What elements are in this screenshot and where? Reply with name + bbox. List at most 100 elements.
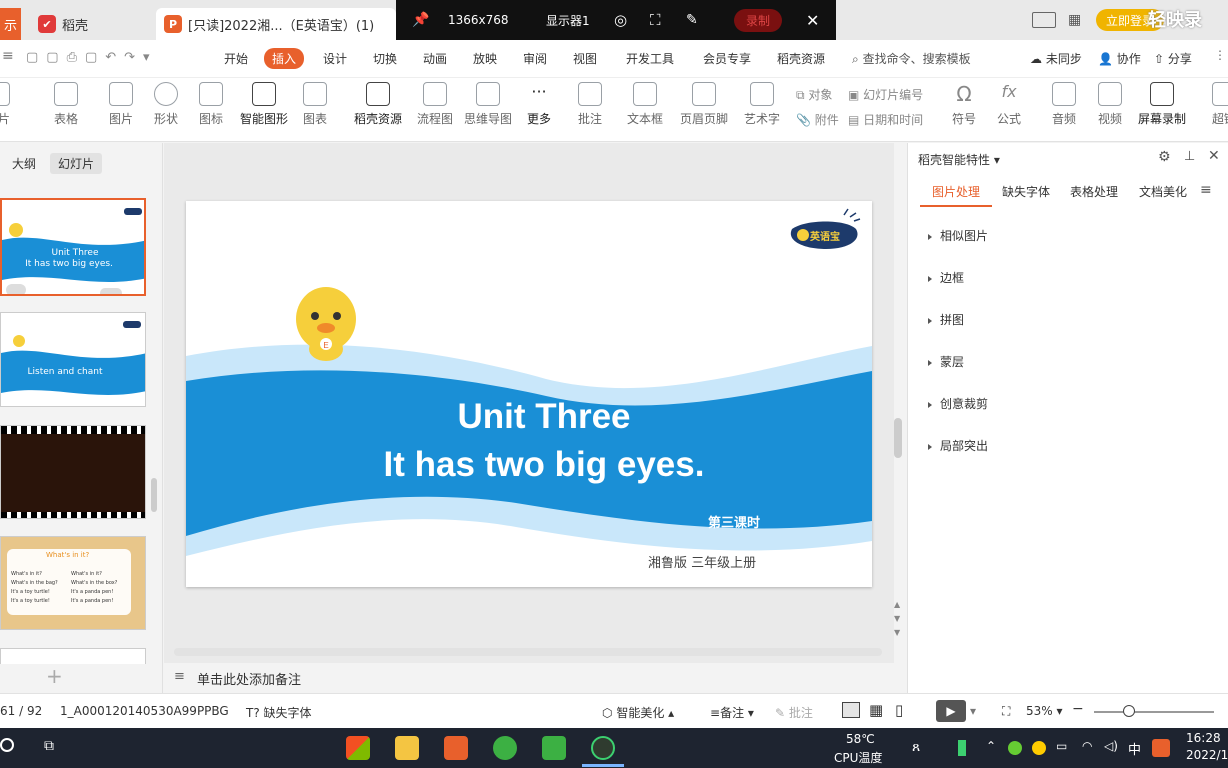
- wifi-icon[interactable]: ◠: [1082, 739, 1092, 753]
- ribbon-textbox[interactable]: 文本框: [617, 82, 673, 127]
- windows-app-icon[interactable]: [346, 736, 370, 760]
- tray-plus-icon[interactable]: [1032, 741, 1046, 755]
- ribbon-header-footer[interactable]: 页眉页脚: [676, 82, 732, 127]
- ribbon-smartart[interactable]: 智能图形: [236, 82, 292, 127]
- page-nav-arrows[interactable]: ▲ ▼ ▼: [894, 598, 900, 640]
- zoom-slider-track[interactable]: [1094, 711, 1214, 713]
- tab-image-processing[interactable]: 图片处理: [932, 183, 980, 200]
- pane-title[interactable]: 稻壳智能特性 ▾: [918, 151, 1000, 168]
- slide-thumbnail-62[interactable]: Listen and chant: [0, 312, 146, 407]
- sorter-view-icon[interactable]: ▦: [869, 701, 883, 719]
- tab-outline[interactable]: 大纲: [4, 153, 44, 174]
- slide-thumbnail-64[interactable]: What's in it? What's in it? What's in the…: [0, 536, 146, 630]
- feature-border[interactable]: 边框: [928, 269, 964, 286]
- ime-indicator[interactable]: 中: [1128, 739, 1141, 758]
- sogou-icon[interactable]: [1152, 739, 1170, 757]
- ribbon-docer[interactable]: 稻壳资源: [350, 82, 406, 127]
- ribbon-comment[interactable]: 批注: [562, 82, 618, 127]
- fit-icon[interactable]: ⛶: [1002, 704, 1010, 719]
- tray-app-icon[interactable]: [1008, 741, 1022, 755]
- network-icon[interactable]: ▭: [1056, 739, 1067, 753]
- menu-icon[interactable]: ≡: [2, 48, 14, 64]
- search-icon[interactable]: [0, 738, 14, 752]
- add-slide-icon[interactable]: +: [46, 664, 63, 688]
- feature-similar-images[interactable]: 相似图片: [928, 227, 988, 244]
- slide[interactable]: E 英语宝 Unit Three It has two big eyes. 第三…: [186, 201, 872, 587]
- ribbon-icon[interactable]: 图标: [183, 82, 239, 127]
- feature-creative-crop[interactable]: 创意裁剪: [928, 395, 988, 412]
- sync-button[interactable]: ☁ 未同步: [1030, 50, 1082, 67]
- beautify-button[interactable]: ⬡ 智能美化 ▴: [602, 704, 674, 721]
- ribbon-wordart[interactable]: 艺术字: [734, 82, 790, 127]
- share-button[interactable]: ⇧ 分享: [1154, 50, 1192, 67]
- tab-beautify[interactable]: 文档美化: [1139, 183, 1187, 200]
- normal-view-icon[interactable]: [842, 702, 860, 718]
- ribbon-object[interactable]: ⧉ 对象: [796, 86, 832, 103]
- record-button[interactable]: 录制: [734, 8, 783, 32]
- ribbon-datetime[interactable]: ▤ 日期和时间: [848, 111, 923, 128]
- tab-table[interactable]: 表格处理: [1070, 183, 1118, 200]
- pen-icon[interactable]: ✎: [686, 0, 698, 40]
- ribbon-mindmap[interactable]: 思维导图: [460, 82, 516, 127]
- vertical-scrollbar[interactable]: [894, 418, 902, 458]
- feature-mask[interactable]: 蒙层: [928, 353, 964, 370]
- zoom-out-icon[interactable]: −: [1072, 701, 1084, 717]
- quick-access-icons[interactable]: ▢▢⎙▢↶↷▾: [26, 50, 158, 65]
- more-icon[interactable]: ⋮: [1214, 48, 1226, 62]
- zoom-slider-thumb[interactable]: [1123, 705, 1135, 717]
- missing-font-button[interactable]: T? 缺失字体: [246, 704, 312, 721]
- ribbon-slide-cut[interactable]: 灯片: [0, 82, 26, 127]
- menu-design[interactable]: 设计: [323, 50, 347, 67]
- menu-review[interactable]: 审阅: [523, 50, 547, 67]
- wps-presentation-icon[interactable]: [444, 736, 468, 760]
- notes-bar[interactable]: ≡ 单击此处添加备注: [164, 663, 907, 693]
- folder-icon[interactable]: [395, 736, 419, 760]
- crop-icon[interactable]: ⛶: [650, 0, 661, 40]
- android-app-icon[interactable]: [542, 736, 566, 760]
- feature-collage[interactable]: 拼图: [928, 311, 964, 328]
- slide-thumbnail-63[interactable]: [0, 425, 146, 519]
- grid-icon[interactable]: ▦: [1068, 12, 1081, 28]
- ribbon-formula[interactable]: fx 公式: [981, 82, 1037, 127]
- close-icon[interactable]: ✕: [806, 0, 819, 40]
- task-view-icon[interactable]: ⧉: [44, 738, 54, 754]
- play-slideshow-button[interactable]: ▶: [936, 700, 966, 722]
- scrollbar-thumb[interactable]: [151, 478, 157, 512]
- play-dropdown-icon[interactable]: ▾: [970, 704, 976, 718]
- ribbon-video[interactable]: 视频: [1082, 82, 1138, 127]
- ribbon-flowchart[interactable]: 流程图: [407, 82, 463, 127]
- screenshot-icon[interactable]: ◎: [614, 0, 627, 40]
- reading-view-icon[interactable]: ▯: [895, 701, 903, 719]
- tab-slides[interactable]: 幻灯片: [50, 153, 103, 174]
- display-select[interactable]: 显示器1: [546, 0, 590, 40]
- comment-button[interactable]: ✎ 批注: [775, 704, 813, 721]
- tab-docer[interactable]: ✔ 稻壳: [30, 8, 96, 40]
- menu-docer[interactable]: 稻壳资源: [777, 50, 825, 67]
- ribbon-more[interactable]: ··· 更多: [511, 82, 567, 127]
- play-icon[interactable]: [6, 284, 26, 294]
- menu-insert[interactable]: 插入: [264, 48, 305, 69]
- zoom-level[interactable]: 53% ▾: [1026, 704, 1063, 718]
- menu-developer[interactable]: 开发工具: [626, 50, 674, 67]
- close-icon[interactable]: ✕: [1208, 148, 1220, 164]
- pin-icon[interactable]: 📌: [412, 0, 429, 40]
- horizontal-scrollbar[interactable]: [174, 648, 882, 656]
- collab-button[interactable]: 👤 协作: [1098, 50, 1141, 67]
- menu-transition[interactable]: 切换: [373, 50, 397, 67]
- browser-icon[interactable]: [493, 736, 517, 760]
- clock-date[interactable]: 2022/1: [1186, 748, 1228, 762]
- tab-cut[interactable]: 示: [0, 8, 22, 40]
- search-area[interactable]: ⌕ 查找命令、搜索模板: [852, 50, 971, 67]
- chevron-up-icon[interactable]: ⌃: [986, 739, 996, 753]
- menu-slideshow[interactable]: 放映: [473, 50, 497, 67]
- layout-icon[interactable]: [1032, 12, 1056, 28]
- feature-highlight[interactable]: 局部突出: [928, 437, 988, 454]
- ribbon-chart[interactable]: 图表: [287, 82, 343, 127]
- menu-member[interactable]: 会员专享: [703, 50, 751, 67]
- notes-button[interactable]: ≡备注 ▾: [710, 704, 754, 721]
- menu-home[interactable]: 开始: [224, 50, 248, 67]
- menu-animation[interactable]: 动画: [423, 50, 447, 67]
- tab-document[interactable]: P [只读]2022湘...（E英语宝）(1): [156, 8, 396, 40]
- ribbon-screen-record[interactable]: 屏幕录制: [1134, 82, 1190, 127]
- more-menu-icon[interactable]: ≡: [1200, 182, 1212, 198]
